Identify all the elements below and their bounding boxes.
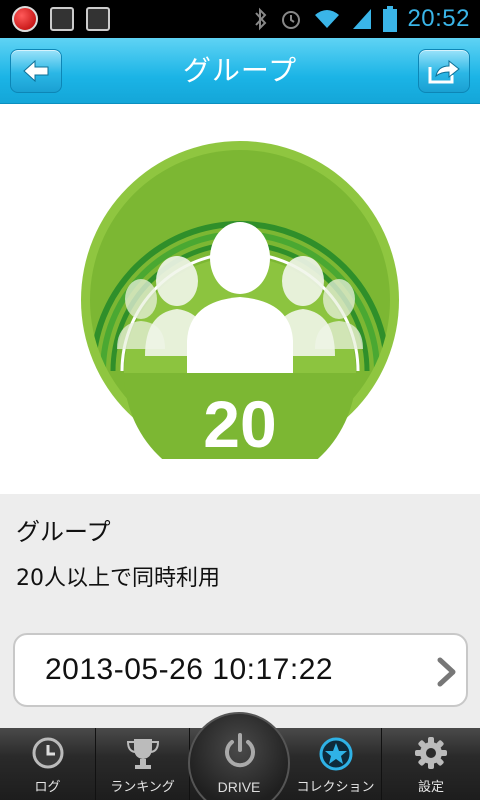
datetime-button[interactable]: 2013-05-26 10:17:22 — [13, 633, 468, 707]
info-panel: グループ 20人以上で同時利用 2013-05-26 10:17:22 — [0, 494, 480, 728]
star-icon — [319, 737, 352, 771]
collection-description: 20人以上で同時利用 — [16, 566, 220, 591]
tab-label: 設定 — [417, 780, 444, 795]
group-badge: 20 — [81, 141, 399, 459]
bluetooth-icon — [255, 7, 267, 31]
image-notification-icon — [86, 7, 110, 31]
tab-log[interactable]: ログ — [0, 728, 96, 800]
badge-area: 20 — [0, 104, 480, 494]
clock-time: 20:52 — [407, 5, 470, 32]
trophy-icon — [126, 739, 159, 769]
gear-icon — [415, 737, 447, 769]
photo-notification-icon — [50, 7, 74, 31]
battery-icon — [383, 6, 398, 32]
wifi-icon — [315, 10, 340, 28]
collection-title: グループ — [16, 518, 111, 546]
share-icon — [428, 59, 460, 84]
signal-icon — [353, 9, 372, 29]
tab-label: ランキング — [110, 780, 175, 795]
badge-count: 20 — [203, 387, 276, 459]
tab-settings[interactable]: 設定 — [382, 728, 480, 800]
tab-label: コレクション — [296, 780, 375, 795]
power-icon — [225, 733, 255, 768]
system-icons: 20:52 — [253, 0, 470, 38]
share-button[interactable] — [418, 49, 470, 93]
chevron-right-icon — [437, 657, 456, 687]
achieved-datetime: 2013-05-26 10:17:22 — [45, 653, 334, 686]
notification-icons — [12, 6, 110, 32]
tab-label: ログ — [34, 780, 61, 795]
alarm-icon — [282, 11, 301, 29]
app-header: グループ — [0, 38, 480, 104]
tab-ranking[interactable]: ランキング — [96, 728, 190, 800]
clock-icon — [32, 737, 63, 769]
drive-label: DRIVE — [217, 779, 261, 795]
status-bar: 20:52 — [0, 0, 480, 38]
app-screen: 20:52 グループ 20 グループ 20人以上で同時利用 2013-05-26… — [0, 0, 480, 800]
page-title: グループ — [182, 54, 298, 87]
app-notification-icon — [12, 6, 38, 32]
tab-collection[interactable]: コレクション — [290, 728, 382, 800]
